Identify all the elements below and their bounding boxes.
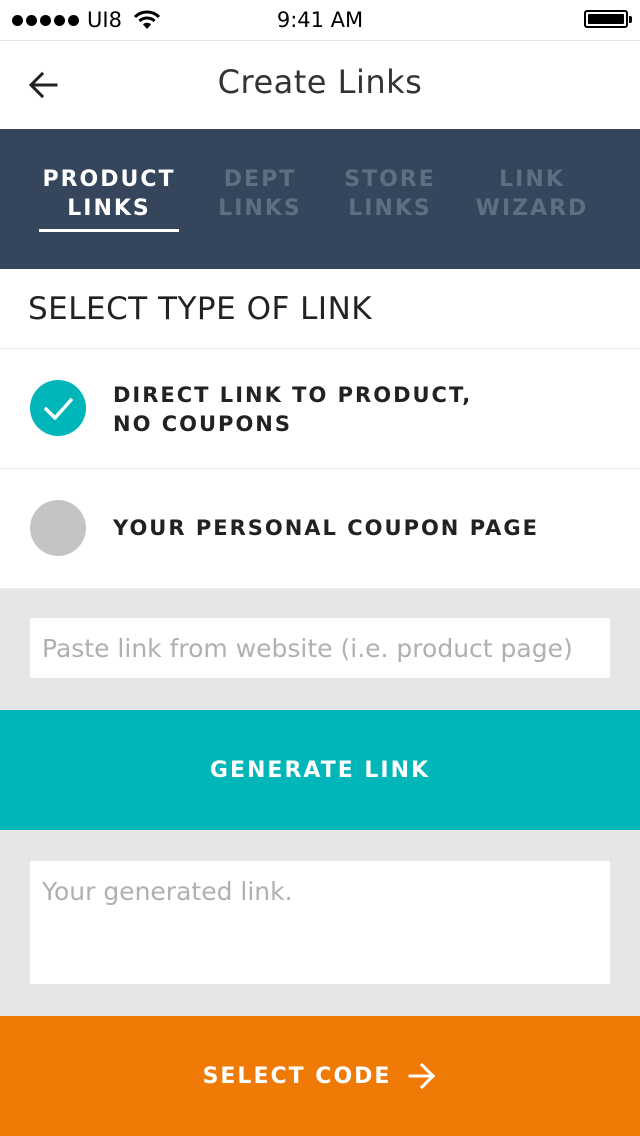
option-coupon-page[interactable]: YOUR PERSONAL COUPON PAGE xyxy=(0,469,640,589)
header: Create Links xyxy=(0,41,640,129)
generate-link-label: GENERATE LINK xyxy=(209,757,431,783)
status-time: 9:41 AM xyxy=(276,8,364,32)
section-title: SELECT TYPE OF LINK xyxy=(28,291,373,327)
tab-dept-links[interactable]: DEPT LINKS xyxy=(195,165,325,223)
radio-unchecked[interactable] xyxy=(30,500,86,556)
tab-label: LINK WIZARD xyxy=(475,167,589,221)
select-code-button[interactable]: SELECT CODE xyxy=(0,1016,640,1136)
tab-label: STORE LINKS xyxy=(344,167,436,221)
option-direct-link[interactable]: DIRECT LINK TO PRODUCT, NO COUPONS xyxy=(0,349,640,469)
generate-link-button[interactable]: GENERATE LINK xyxy=(0,710,640,830)
tab-label: DEPT LINKS xyxy=(218,167,302,221)
radio-checked[interactable] xyxy=(30,380,86,436)
tab-product-links[interactable]: PRODUCT LINKS xyxy=(39,165,179,223)
tab-label: PRODUCT LINKS xyxy=(42,167,176,221)
tab-bar: PRODUCT LINKS DEPT LINKS STORE LINKS LIN… xyxy=(0,129,640,269)
battery-icon xyxy=(584,10,632,28)
tab-link-wizard[interactable]: LINK WIZARD xyxy=(462,165,602,223)
active-tab-indicator xyxy=(39,229,179,232)
arrow-right-icon xyxy=(408,1063,436,1089)
generated-link-field[interactable] xyxy=(30,861,610,984)
select-code-label: SELECT CODE xyxy=(202,1063,392,1089)
page-title: Create Links xyxy=(217,63,423,101)
checkmark-icon xyxy=(44,398,73,420)
tab-store-links[interactable]: STORE LINKS xyxy=(325,165,455,223)
status-bar: UI8 9:41 AM xyxy=(0,0,640,41)
section-header: SELECT TYPE OF LINK xyxy=(0,269,640,349)
option-label: YOUR PERSONAL COUPON PAGE xyxy=(113,516,539,540)
paste-link-input[interactable] xyxy=(30,618,610,678)
option-label: DIRECT LINK TO PRODUCT, NO COUPONS xyxy=(113,383,473,436)
